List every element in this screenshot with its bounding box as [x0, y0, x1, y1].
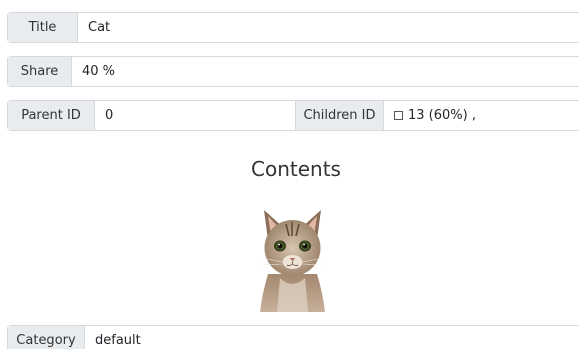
contents-heading: Contents [251, 157, 341, 181]
title-value: Cat [88, 20, 111, 35]
post-detail-page: Title Cat Share 40 % Parent ID 0 Childre… [0, 0, 579, 349]
parent-id-label: Parent ID [8, 101, 95, 130]
category-field-group: Category default [7, 325, 579, 349]
title-label: Title [8, 13, 78, 42]
parent-id-value: 0 [95, 101, 296, 130]
share-field-group: Share 40 % [7, 56, 579, 87]
parent-children-field-group: Parent ID 0 Children ID 13 (60%) , [7, 100, 579, 131]
category-value: default [95, 333, 141, 348]
checkbox-icon[interactable] [394, 111, 403, 120]
share-label: Share [8, 57, 72, 86]
children-id-label: Children ID [296, 101, 384, 130]
children-id-value: 13 (60%) , [384, 101, 579, 130]
category-label: Category [8, 326, 85, 349]
title-field-group: Title Cat [7, 12, 579, 43]
share-value: 40 % [82, 64, 116, 79]
children-id-text: 13 (60%) , [408, 108, 476, 123]
cat-photo [254, 206, 331, 312]
